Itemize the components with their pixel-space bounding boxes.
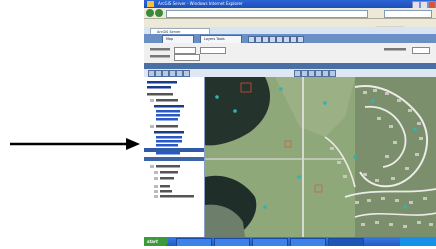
taskbar-item[interactable] [290,238,326,246]
map-toolbar [144,69,436,77]
start-label: start [147,239,158,244]
parcel-field[interactable] [174,47,196,54]
map-tool-icon[interactable] [294,70,301,77]
owner-field[interactable] [174,54,200,61]
full-extent-tool-icon[interactable] [290,36,297,43]
forward-button[interactable] [155,9,163,17]
back-button[interactable] [146,9,154,17]
map-tool-icon[interactable] [162,70,169,77]
select-tool-icon[interactable] [283,36,290,43]
map-tool-icon[interactable] [176,70,183,77]
system-tray [400,237,436,246]
taskbar-item[interactable] [214,238,250,246]
start-button[interactable]: start [144,237,168,246]
address-input[interactable] [166,10,368,18]
taskbar-item-active[interactable] [328,238,364,246]
layer-tree [144,81,204,198]
scale-field[interactable] [412,47,430,54]
search-input[interactable] [384,10,432,18]
map-tool-icon[interactable] [301,70,308,77]
map-tool-icon[interactable] [169,70,176,77]
map-tool-icon[interactable] [155,70,162,77]
search-form-row [144,43,436,63]
app-toolbar: Map Layers Tools [144,34,436,44]
taskbar-item[interactable] [176,238,212,246]
identify-tool-icon[interactable] [269,36,276,43]
pan-tool-icon[interactable] [262,36,269,43]
tab-bar: ArcGIS Server [144,27,436,36]
windows-taskbar: start [144,237,436,246]
window-title: ArcGIS Server - Windows Internet Explore… [158,1,243,6]
map-tool-icon[interactable] [315,70,322,77]
map-tool-icon[interactable] [148,70,155,77]
map-tool-icon[interactable] [322,70,329,77]
zoom-out-tool-icon[interactable] [255,36,262,43]
aerial-map[interactable] [205,77,436,237]
print-tool-icon[interactable] [297,36,304,43]
map-tool-icon[interactable] [308,70,315,77]
browser-screenshot: ArcGIS Server - Windows Internet Explore… [144,0,436,246]
browser-icon [147,1,154,7]
layers-panel [144,77,205,237]
map-tool-icon[interactable] [183,70,190,77]
address-bar-row [144,8,436,18]
measure-tool-icon[interactable] [276,36,283,43]
right-arrow-icon [10,138,140,150]
aerial-imagery [205,77,436,237]
address-field[interactable] [200,47,226,54]
window-titlebar: ArcGIS Server - Windows Internet Explore… [144,0,436,9]
taskbar-item[interactable] [252,238,288,246]
zoom-in-tool-icon[interactable] [248,36,255,43]
map-tool-icon[interactable] [329,70,336,77]
